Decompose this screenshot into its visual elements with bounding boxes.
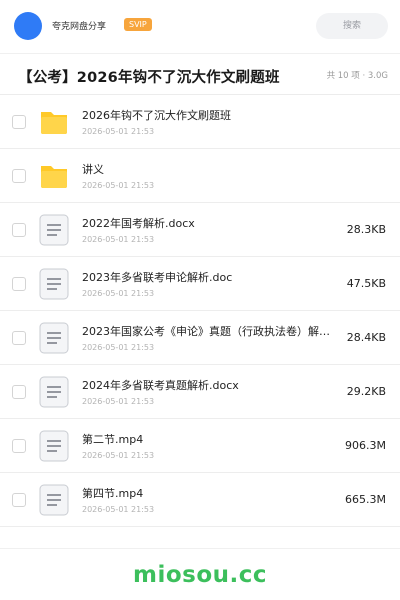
file-size: 906.3M: [345, 439, 386, 452]
file-date: 2026-05-01 21:53: [82, 505, 155, 514]
file-size: 28.3KB: [346, 223, 386, 236]
file-name: 2023年国家公考《申论》真题（行政执法卷）解析.docx: [82, 325, 340, 338]
file-date: 2026-05-01 21:53: [82, 127, 155, 136]
avatar[interactable]: [14, 12, 42, 40]
file-size: 47.5KB: [346, 277, 386, 290]
file-name: 2026年钩不了沉大作文刷题班: [82, 109, 231, 122]
watermark: miosou.cc: [132, 562, 268, 588]
checkbox[interactable]: [12, 331, 26, 345]
file-size: 28.4KB: [346, 331, 386, 344]
checkbox[interactable]: [12, 169, 26, 183]
file-date: 2026-05-01 21:53: [82, 235, 155, 244]
list-item[interactable]: 讲义 2026-05-01 21:53: [0, 149, 400, 203]
document-icon: [38, 484, 70, 516]
file-date: 2026-05-01 21:53: [82, 451, 155, 460]
list-item[interactable]: 2024年多省联考真题解析.docx 2026-05-01 21:53 29.2…: [0, 365, 400, 419]
checkbox[interactable]: [12, 493, 26, 507]
file-size: 29.2KB: [346, 385, 386, 398]
file-name: 第四节.mp4: [82, 487, 144, 500]
divider: [0, 53, 400, 54]
checkbox[interactable]: [12, 385, 26, 399]
document-icon: [38, 214, 70, 246]
file-date: 2026-05-01 21:53: [82, 343, 155, 352]
file-name: 2022年国考解析.docx: [82, 217, 195, 230]
top-bar: 夸克网盘分享 SVIP 搜索: [0, 0, 400, 52]
search-button[interactable]: 搜索: [316, 13, 388, 39]
checkbox[interactable]: [12, 277, 26, 291]
document-icon: [38, 430, 70, 462]
list-item[interactable]: 第二节.mp4 2026-05-01 21:53 906.3M: [0, 419, 400, 473]
file-name: 第二节.mp4: [82, 433, 144, 446]
page-title: 【公考】2026年钩不了沉大作文刷题班: [18, 70, 280, 86]
list-item[interactable]: 2026年钩不了沉大作文刷题班 2026-05-01 21:53: [0, 95, 400, 149]
file-name: 2023年多省联考申论解析.doc: [82, 271, 233, 284]
checkbox[interactable]: [12, 223, 26, 237]
document-icon: [38, 376, 70, 408]
folder-meta: 共 10 项 · 3.0G: [326, 71, 388, 81]
file-date: 2026-05-01 21:53: [82, 181, 155, 190]
file-name: 2024年多省联考真题解析.docx: [82, 379, 239, 392]
file-date: 2026-05-01 21:53: [82, 397, 155, 406]
checkbox[interactable]: [12, 115, 26, 129]
list-item[interactable]: 2023年国家公考《申论》真题（行政执法卷）解析.docx 2026-05-01…: [0, 311, 400, 365]
list-item[interactable]: 2022年国考解析.docx 2026-05-01 21:53 28.3KB: [0, 203, 400, 257]
list-item[interactable]: 2023年多省联考申论解析.doc 2026-05-01 21:53 47.5K…: [0, 257, 400, 311]
file-size: 665.3M: [345, 493, 386, 506]
folder-icon: [38, 106, 70, 138]
search-placeholder: 搜索: [342, 21, 361, 31]
document-icon: [38, 268, 70, 300]
folder-icon: [38, 160, 70, 192]
file-date: 2026-05-01 21:53: [82, 289, 155, 298]
file-name: 讲义: [82, 163, 104, 176]
checkbox[interactable]: [12, 439, 26, 453]
document-icon: [38, 322, 70, 354]
list-item[interactable]: 第四节.mp4 2026-05-01 21:53 665.3M: [0, 473, 400, 527]
divider: [0, 548, 400, 549]
svip-badge: SVIP: [124, 18, 152, 31]
app-name: 夸克网盘分享: [52, 22, 107, 32]
